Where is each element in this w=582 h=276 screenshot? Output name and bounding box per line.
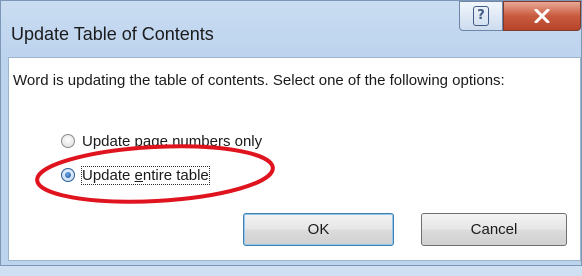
option-label-update-entire-table: Update entire table [81,165,210,185]
help-icon: ? [473,6,489,26]
cancel-button[interactable]: Cancel [421,213,567,246]
dialog-body: Word is updating the table of contents. … [8,57,581,261]
option-update-entire-table[interactable]: Update entire table [61,164,210,186]
option-label-update-page-numbers: Update page numbers only [82,132,263,150]
help-button[interactable]: ? [459,1,503,31]
close-icon [534,9,550,23]
radio-update-page-numbers[interactable] [61,134,75,148]
radio-update-entire-table[interactable] [61,168,75,182]
close-button[interactable] [503,1,581,31]
title-bar[interactable]: Update Table of Contents ? [1,1,581,57]
dialog-title: Update Table of Contents [11,24,214,44]
update-toc-dialog: Update Table of Contents ? Word is updat… [0,0,582,266]
ok-button[interactable]: OK [243,213,394,246]
dialog-message: Word is updating the table of contents. … [13,72,505,89]
option-update-page-numbers[interactable]: Update page numbers only [61,130,262,152]
